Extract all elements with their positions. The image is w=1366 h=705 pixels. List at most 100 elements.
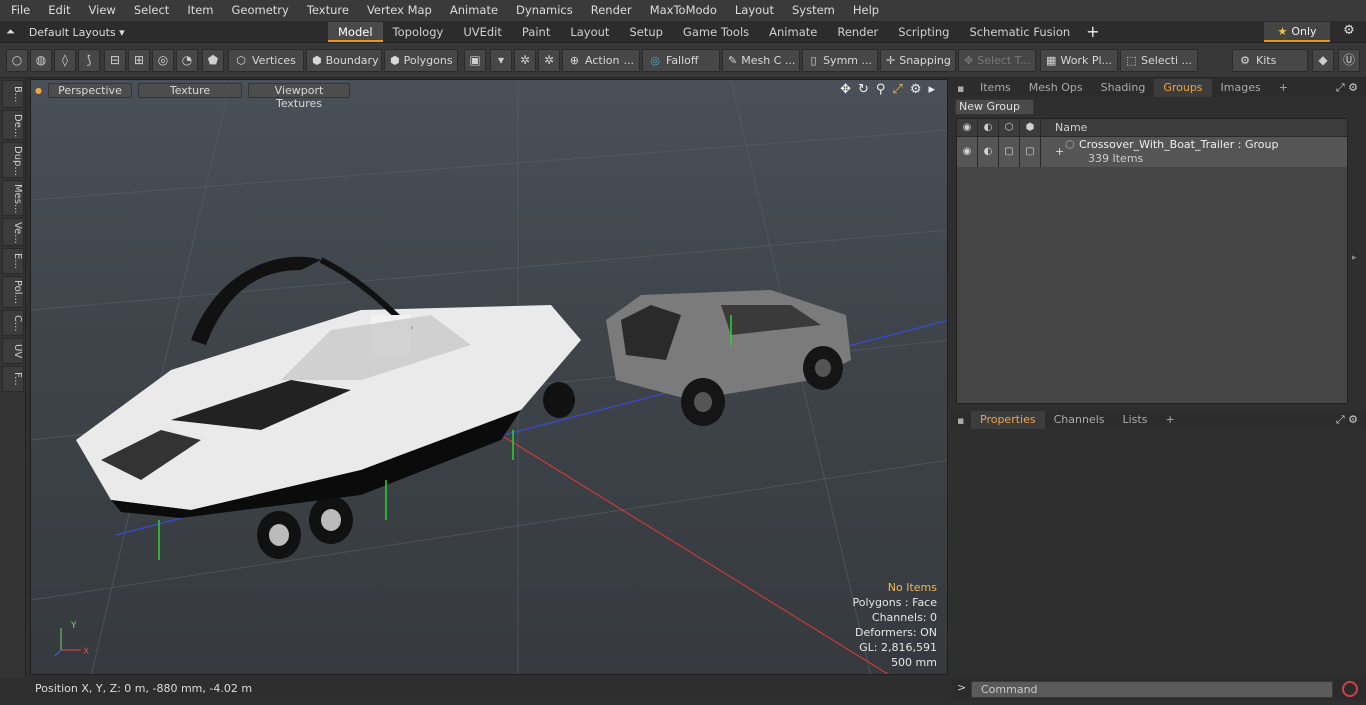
add-props-tab-button[interactable]: + [1156, 411, 1183, 429]
gear-sphere-icon[interactable]: ✲ [514, 49, 536, 72]
maximize-view-icon[interactable]: ⤢ [892, 82, 902, 97]
align-icon[interactable]: ⊟ [104, 49, 126, 72]
menu-geometry[interactable]: Geometry [223, 0, 298, 21]
snapping-button[interactable]: ✛ Snapping [880, 49, 956, 72]
tab-layout[interactable]: Layout [560, 22, 619, 42]
chevron-down-icon[interactable]: ▾ [490, 49, 512, 72]
record-icon[interactable] [1342, 681, 1358, 697]
tab-mesh-ops[interactable]: Mesh Ops [1020, 79, 1092, 97]
tab-schematic-fusion[interactable]: Schematic Fusion [959, 22, 1080, 42]
work-plane-button[interactable]: ▦ Work Pl... [1040, 49, 1118, 72]
menu-edit[interactable]: Edit [39, 0, 79, 21]
group-row[interactable]: ◉ ◐ ▢ ▢ + ⬡ Crossover_With_Boat_Trailer … [957, 137, 1347, 167]
props-expand-gear-icon[interactable]: ⤢ ⚙ [1336, 413, 1358, 427]
panel-side-arrow-icon[interactable]: ▸ [1352, 253, 1357, 263]
boundary-button[interactable]: ⬢ Boundary [306, 49, 382, 72]
menu-texture[interactable]: Texture [298, 0, 358, 21]
select-toggle[interactable]: ▢ [1020, 137, 1041, 167]
tab-game-tools[interactable]: Game Tools [673, 22, 759, 42]
left-tab-vertex[interactable]: Ve... [2, 218, 24, 246]
add-tab-button[interactable]: + [1080, 22, 1105, 42]
vertices-button[interactable]: ⬡ Vertices [228, 49, 304, 72]
command-input[interactable]: Command [971, 681, 1333, 698]
menu-file[interactable]: File [2, 0, 39, 21]
cube-icon[interactable]: ▣ [464, 49, 486, 72]
left-tab-uv[interactable]: UV [2, 338, 24, 364]
menu-maxtomodo[interactable]: MaxToModo [641, 0, 726, 21]
layouts-selector[interactable]: ⏶ Default Layouts ▾ [6, 21, 125, 43]
pen-tool-icon[interactable]: ◊ [54, 49, 76, 72]
menu-select[interactable]: Select [125, 0, 178, 21]
falloff-button[interactable]: ◎ Falloff [642, 49, 720, 72]
tab-shading[interactable]: Shading [1092, 79, 1155, 97]
tab-setup[interactable]: Setup [619, 22, 672, 42]
render-toggle-icon[interactable]: ◐ [978, 137, 999, 167]
add-panel-tab-button[interactable]: + [1270, 79, 1297, 97]
globe-icon[interactable]: ◍ [30, 49, 52, 72]
deformers-info: Deformers: ON [855, 626, 937, 639]
perspective-button[interactable]: Perspective [47, 82, 132, 98]
tab-lists[interactable]: Lists [1114, 411, 1157, 429]
tab-model[interactable]: Model [328, 22, 383, 42]
circle-select-icon[interactable]: ○ [6, 49, 28, 72]
viewport-settings-icon[interactable]: ⚙ [910, 82, 922, 97]
rotate-view-icon[interactable]: ↻ [858, 82, 869, 97]
kits-button[interactable]: ⚙ Kits [1232, 49, 1308, 72]
menu-view[interactable]: View [80, 0, 125, 21]
shield-icon[interactable]: ⬟ [202, 49, 224, 72]
lock-toggle[interactable]: ▢ [999, 137, 1020, 167]
zoom-view-icon[interactable]: ⚲ [876, 82, 886, 97]
tab-properties[interactable]: Properties [971, 411, 1045, 429]
tab-items[interactable]: Items [971, 79, 1020, 97]
new-group-button[interactable]: New Group [955, 99, 1034, 115]
unity-icon[interactable]: ◆ [1312, 49, 1334, 72]
left-tab-deform[interactable]: De... [2, 110, 24, 140]
pie-icon[interactable]: ◔ [176, 49, 198, 72]
left-tab-fusion[interactable]: F... [2, 366, 24, 392]
menu-system[interactable]: System [783, 0, 844, 21]
selection-sets-button[interactable]: ⬚ Selecti ... [1120, 49, 1198, 72]
polygons-button[interactable]: ⬢ Polygons [384, 49, 458, 72]
panel-expand-gear-icon[interactable]: ⤢ ⚙ [1336, 81, 1358, 95]
left-tab-curve[interactable]: C... [2, 310, 24, 336]
tab-scripting[interactable]: Scripting [888, 22, 959, 42]
action-button[interactable]: ⊕ Action... [562, 49, 640, 72]
gear-sphere-2-icon[interactable]: ✲ [538, 49, 560, 72]
target-icon[interactable]: ◎ [152, 49, 174, 72]
left-tab-edge[interactable]: E... [2, 248, 24, 274]
left-tab-mesh-edit[interactable]: Mes... [2, 180, 24, 216]
tab-topology[interactable]: Topology [383, 22, 454, 42]
unreal-icon[interactable]: Ⓤ [1338, 49, 1360, 72]
tab-render[interactable]: Render [827, 22, 888, 42]
viewport-arrow-icon[interactable]: ▸ [928, 82, 935, 97]
tab-images[interactable]: Images [1212, 79, 1270, 97]
visibility-toggle-icon[interactable]: ◉ [957, 137, 978, 167]
menu-help[interactable]: Help [844, 0, 888, 21]
menu-dynamics[interactable]: Dynamics [507, 0, 582, 21]
brush-icon[interactable]: ⟆ [78, 49, 100, 72]
symmetry-button[interactable]: ▯ Symm ... [802, 49, 878, 72]
tab-animate[interactable]: Animate [759, 22, 827, 42]
menu-animate[interactable]: Animate [441, 0, 507, 21]
menu-layout[interactable]: Layout [726, 0, 783, 21]
left-tab-basic[interactable]: B... [2, 80, 24, 108]
center-icon[interactable]: ⊞ [128, 49, 150, 72]
tab-groups[interactable]: Groups [1154, 79, 1212, 97]
left-tab-polygon[interactable]: Pol... [2, 276, 24, 308]
tab-paint[interactable]: Paint [512, 22, 560, 42]
3d-viewport[interactable]: ● Perspective Texture Viewport Textures … [30, 79, 948, 675]
gear-icon[interactable]: ⚙ [1339, 23, 1359, 41]
texture-button[interactable]: Texture [137, 82, 242, 98]
menu-render[interactable]: Render [582, 0, 641, 21]
menu-item[interactable]: Item [178, 0, 222, 21]
only-button[interactable]: ★ Only [1264, 22, 1330, 42]
tab-uvedit[interactable]: UVEdit [453, 22, 512, 42]
tab-channels[interactable]: Channels [1045, 411, 1114, 429]
move-view-icon[interactable]: ✥ [840, 82, 851, 97]
menu-vertex-map[interactable]: Vertex Map [358, 0, 441, 21]
select-through-button[interactable]: ✥ Select T... [958, 49, 1036, 72]
mesh-constraints-button[interactable]: ✎ Mesh C ... [722, 49, 800, 72]
left-tab-duplicate[interactable]: Dup... [2, 142, 24, 178]
viewport-textures-button[interactable]: Viewport Textures [247, 82, 350, 110]
expand-icon[interactable]: + [1055, 145, 1064, 158]
